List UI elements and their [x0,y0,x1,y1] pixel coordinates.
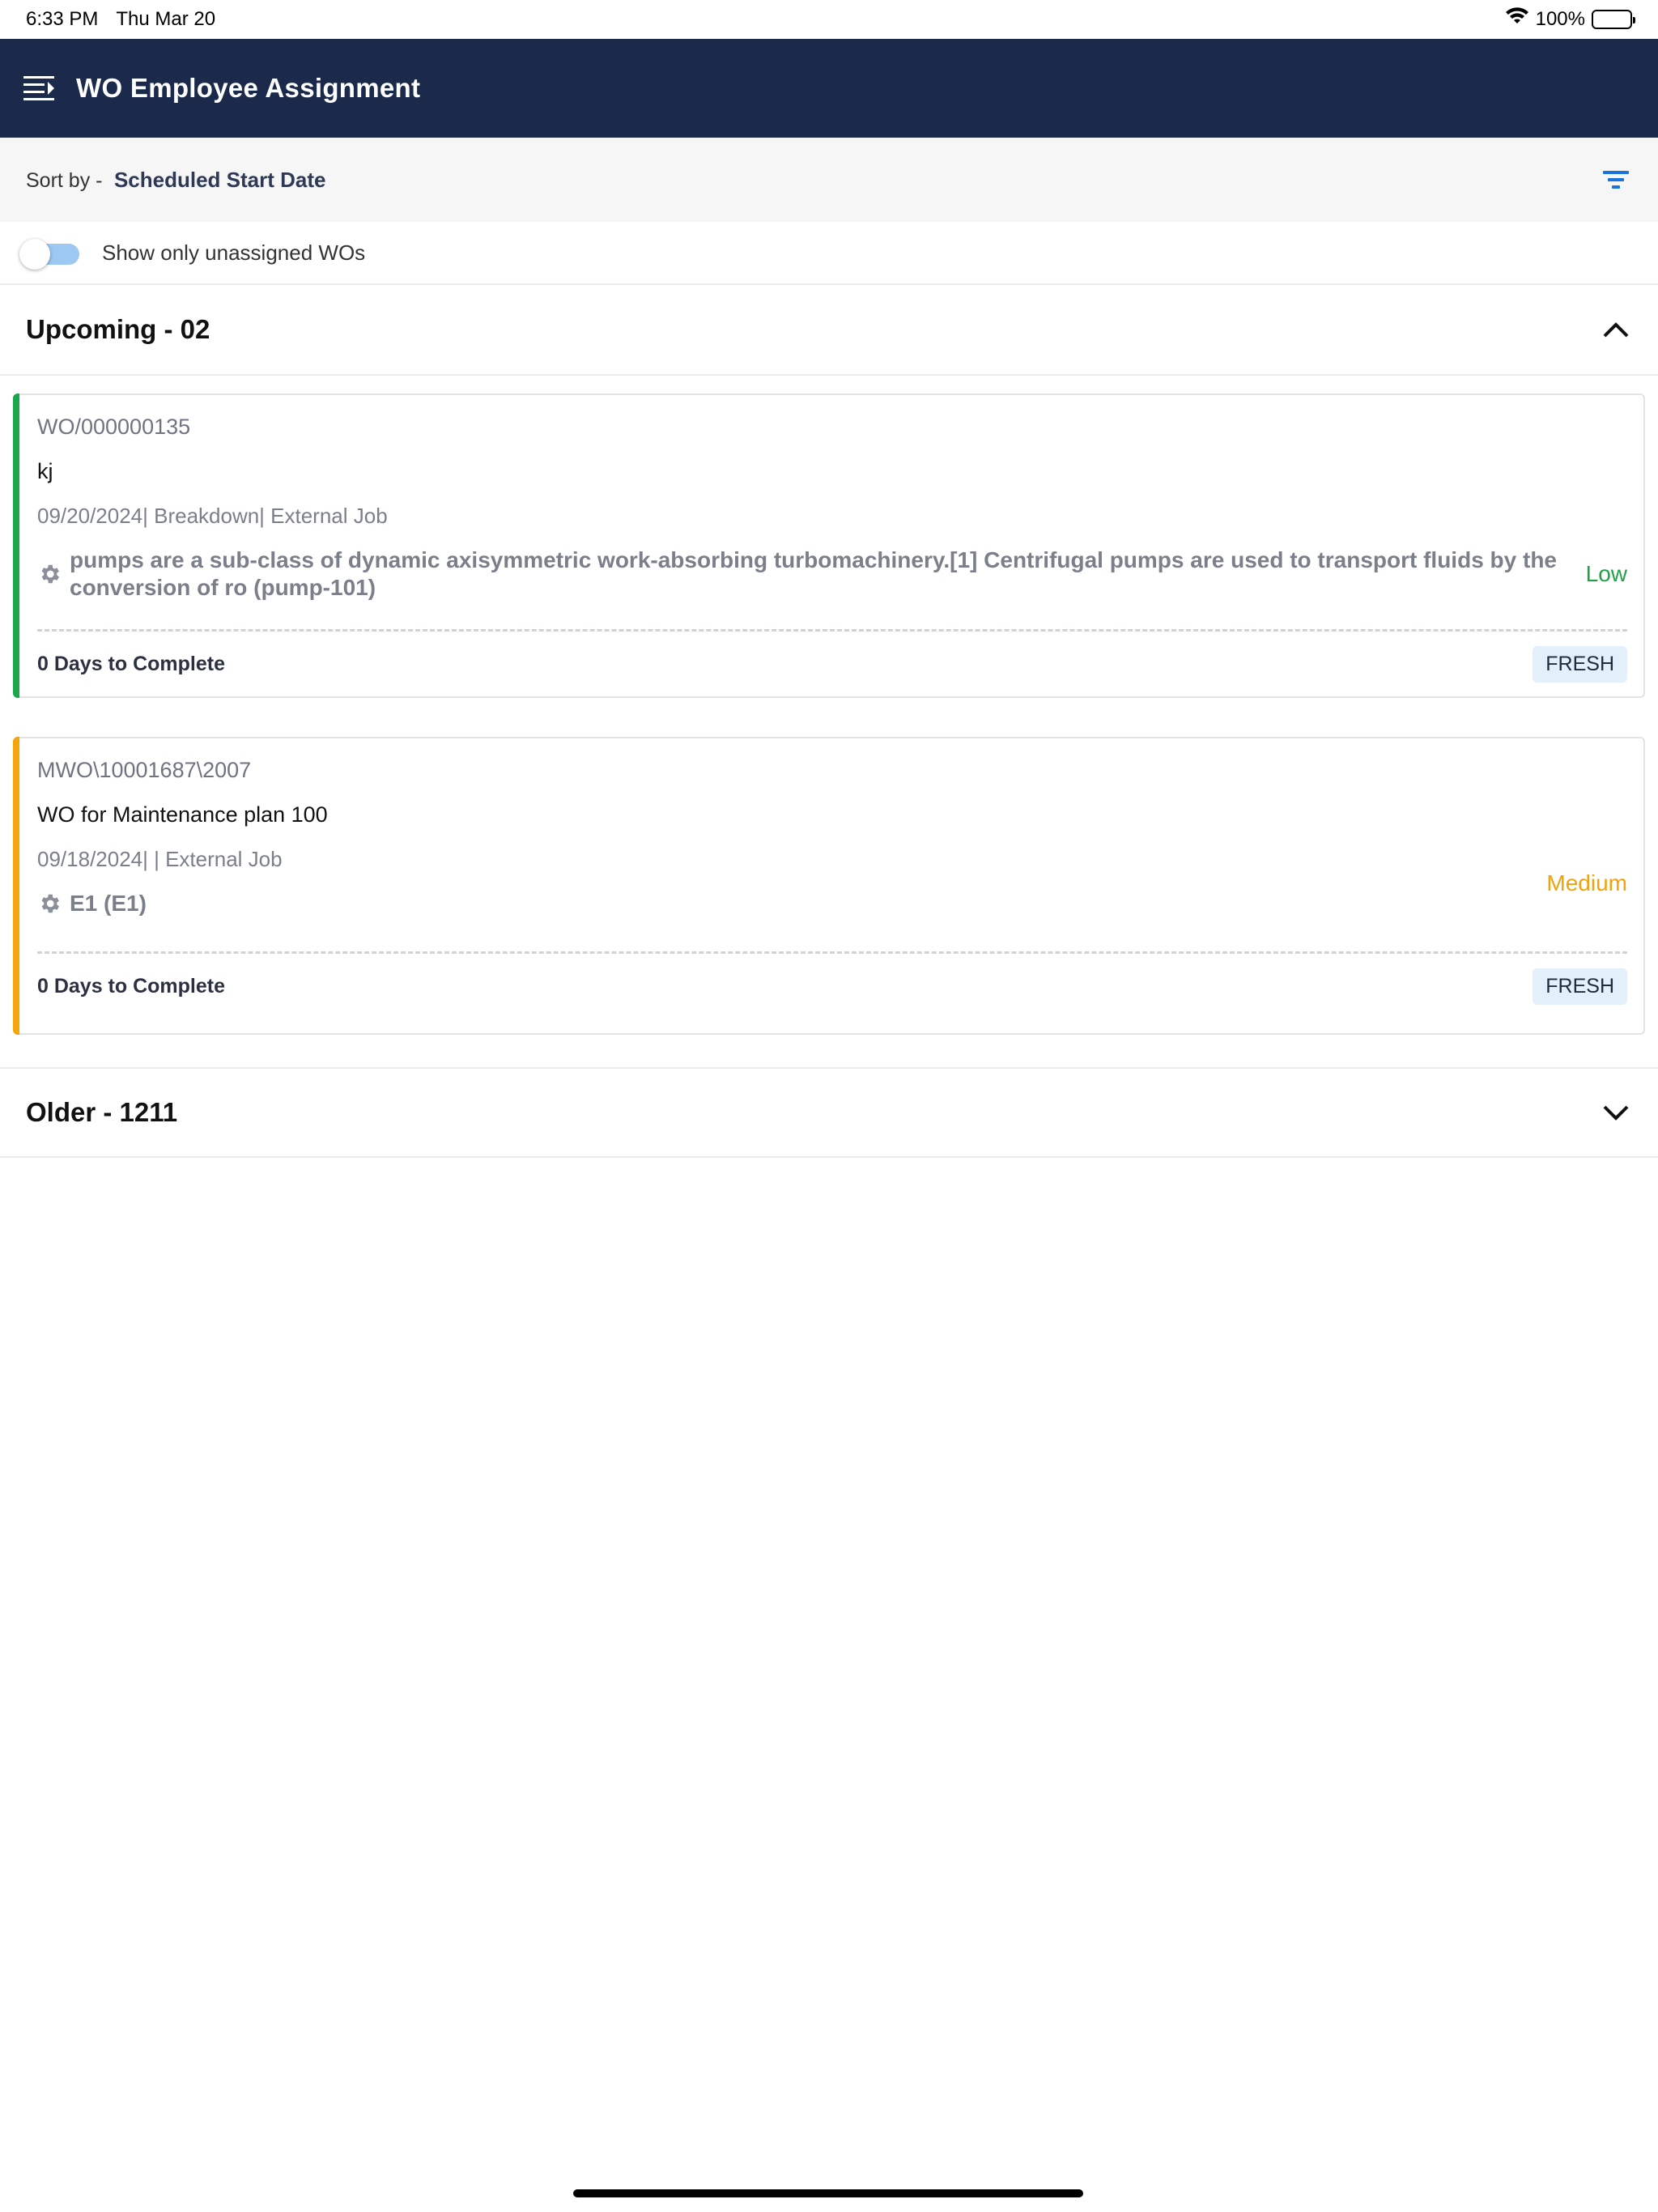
wo-title: kj [37,459,53,483]
status-bar: 6:33 PM Thu Mar 20 100% [0,0,1658,39]
section-older-header[interactable]: Older - 1211 [0,1067,1658,1158]
app-header: WO Employee Assignment [0,39,1658,138]
sort-selector[interactable]: Sort by - Scheduled Start Date [26,168,325,193]
gear-icon [37,891,62,916]
wo-meta: 09/18/2024| | External Job [37,847,283,871]
chevron-up-icon[interactable] [1600,313,1632,346]
gear-icon [37,562,62,586]
card-divider [37,629,1627,632]
unassigned-toggle[interactable] [19,239,81,270]
section-upcoming-header[interactable]: Upcoming - 02 [0,285,1658,376]
days-to-complete: 0 Days to Complete [37,653,226,675]
asset-description: pumps are a sub-class of dynamic axisymm… [70,547,1557,600]
battery-icon [1592,10,1635,29]
card-divider [37,951,1627,954]
work-order-card[interactable]: MWO\10001687\2007 WO for Maintenance pla… [13,737,1645,1035]
battery-percent: 100% [1535,8,1585,30]
status-time: 6:33 PM [26,8,99,30]
sort-bar: Sort by - Scheduled Start Date [0,138,1658,222]
sort-label: Sort by - [26,168,103,192]
sort-value[interactable]: Scheduled Start Date [114,168,326,192]
status-badge: FRESH [1533,646,1627,683]
work-order-list: WO/000000135 kj 09/20/2024| Breakdown| E… [0,376,1658,1035]
wo-number: MWO\10001687\2007 [37,758,252,782]
asset-row: E1 (E1) Medium [37,870,1627,917]
chevron-down-icon[interactable] [1600,1096,1632,1129]
asset-row: pumps are a sub-class of dynamic axisymm… [37,547,1627,602]
filter-icon[interactable] [1600,165,1632,194]
card-accent [13,737,19,1035]
days-to-complete: 0 Days to Complete [37,975,226,998]
wo-title: WO for Maintenance plan 100 [37,802,328,827]
status-badge: FRESH [1533,968,1627,1005]
work-order-card[interactable]: WO/000000135 kj 09/20/2024| Breakdown| E… [13,393,1645,698]
asset-description: E1 (E1) [70,891,147,916]
priority-label: Medium [1546,870,1627,895]
home-indicator [573,2189,1083,2197]
section-upcoming-title: Upcoming - 02 [26,314,210,344]
section-older-title: Older - 1211 [26,1097,178,1127]
menu-icon[interactable] [23,74,57,103]
wo-number: WO/000000135 [37,415,191,439]
priority-label: Low [1585,561,1627,586]
wo-meta: 09/20/2024| Breakdown| External Job [37,504,388,528]
wifi-icon [1505,6,1529,32]
unassigned-toggle-label: Show only unassigned WOs [102,240,366,265]
unassigned-toggle-row: Show only unassigned WOs [0,222,1658,285]
page-title: WO Employee Assignment [76,73,421,103]
card-accent [13,393,19,698]
status-date: Thu Mar 20 [116,8,216,30]
